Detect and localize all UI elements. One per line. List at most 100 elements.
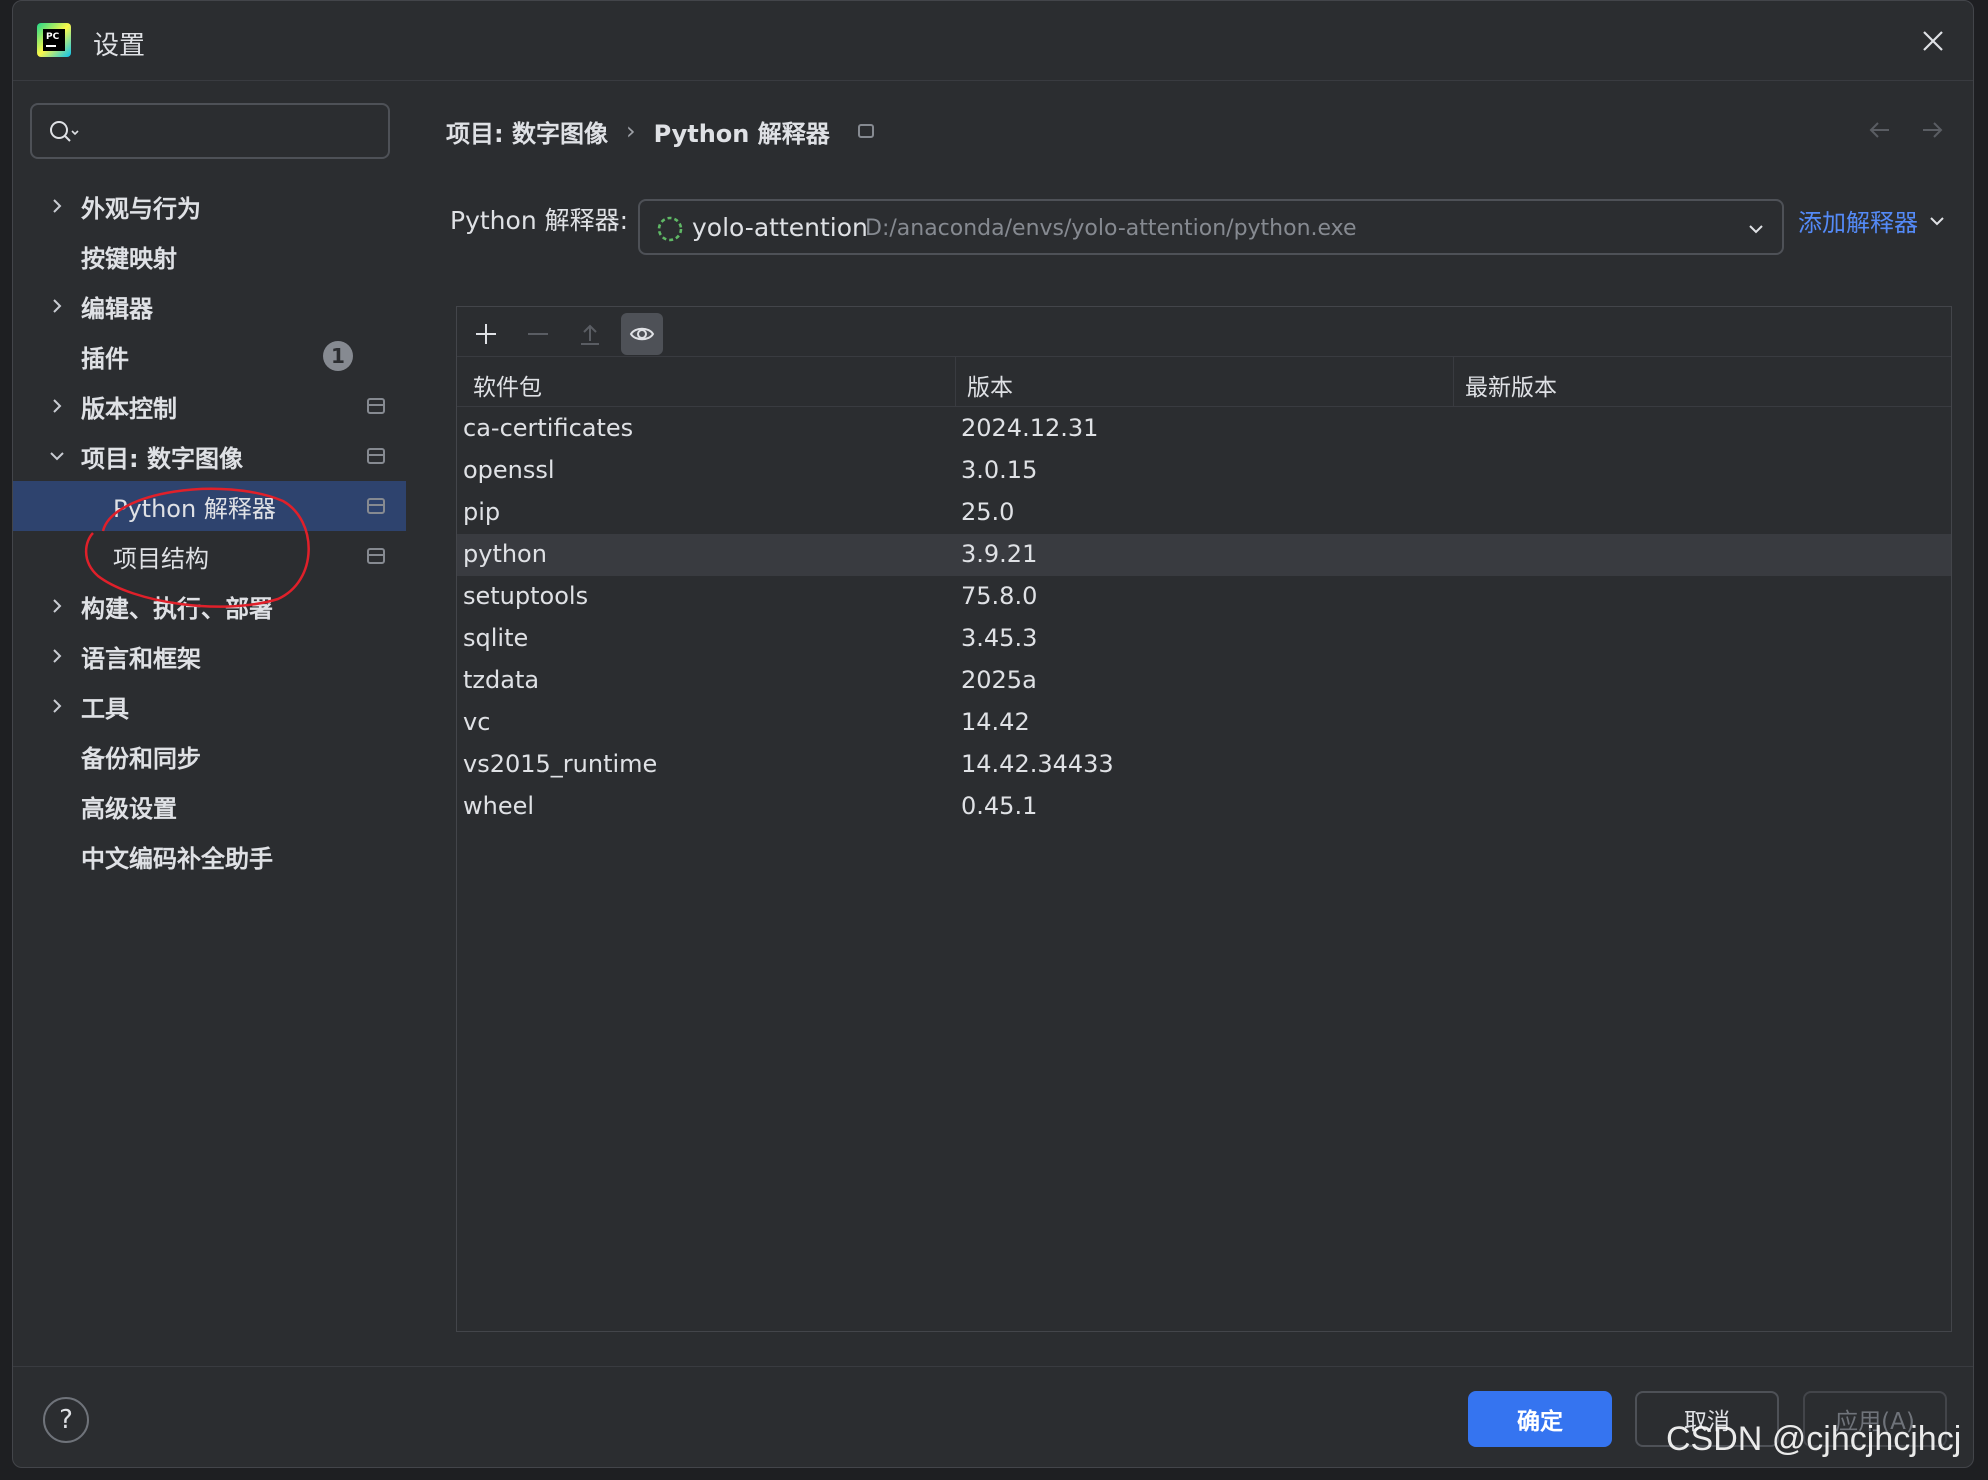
- table-row[interactable]: openssl 3.0.15: [457, 450, 1951, 492]
- sidebar-item-python-interpreter[interactable]: Python 解释器: [13, 481, 406, 531]
- uninstall-package-button[interactable]: [517, 313, 559, 355]
- chevron-right-icon[interactable]: [47, 596, 67, 616]
- package-name: vs2015_runtime: [463, 750, 658, 778]
- upgrade-package-button[interactable]: [569, 313, 611, 355]
- sidebar-item-label: 项目结构: [113, 544, 209, 573]
- table-row[interactable]: python 3.9.21: [457, 534, 1951, 576]
- sidebar-item-label: 外观与行为: [81, 194, 201, 223]
- sidebar-item-project[interactable]: 项目: 数字图像: [13, 431, 406, 481]
- settings-tree: 外观与行为 按键映射 编辑器 插件 1 版本控制 项目: 数字图像 Python…: [13, 181, 406, 881]
- project-scope-icon: [367, 548, 385, 564]
- sidebar-item-editor[interactable]: 编辑器: [13, 281, 406, 331]
- minus-icon: [528, 333, 548, 335]
- column-divider[interactable]: [1453, 357, 1454, 407]
- sidebar-item-label: 构建、执行、部署: [81, 594, 273, 623]
- column-header-package[interactable]: 软件包: [473, 368, 542, 402]
- history-navigation: [1867, 117, 1945, 143]
- package-name: vc: [463, 708, 491, 736]
- package-version: 3.0.15: [961, 456, 1038, 484]
- plus-icon: [476, 324, 496, 344]
- sidebar-item-advanced-settings[interactable]: 高级设置: [13, 781, 406, 831]
- project-scope-icon: [367, 448, 385, 464]
- chevron-down-icon[interactable]: [47, 446, 67, 466]
- table-row[interactable]: sqlite 3.45.3: [457, 618, 1951, 660]
- chevron-right-icon[interactable]: [47, 396, 67, 416]
- sidebar-item-project-structure[interactable]: 项目结构: [13, 531, 406, 581]
- sidebar-item-label: 版本控制: [81, 394, 177, 423]
- chevron-down-icon: [1930, 216, 1944, 225]
- sidebar-item-label: 高级设置: [81, 794, 177, 823]
- interpreter-name: yolo-attention: [692, 213, 868, 242]
- breadcrumb-current: Python 解释器: [653, 119, 830, 148]
- add-interpreter-label: 添加解释器: [1798, 209, 1918, 237]
- breadcrumb: 项目: 数字图像 › Python 解释器: [446, 111, 874, 151]
- package-version: 14.42.34433: [961, 750, 1114, 778]
- sidebar-item-label: 语言和框架: [81, 644, 201, 673]
- settings-search-input[interactable]: [30, 103, 390, 159]
- show-early-releases-toggle[interactable]: [621, 313, 663, 355]
- sidebar-item-keymap[interactable]: 按键映射: [13, 231, 406, 281]
- packages-table-header: 软件包 版本 最新版本: [457, 357, 1951, 407]
- package-version: 75.8.0: [961, 582, 1038, 610]
- table-row[interactable]: setuptools 75.8.0: [457, 576, 1951, 618]
- svg-text:PC: PC: [46, 32, 60, 42]
- package-name: tzdata: [463, 666, 540, 694]
- package-version: 14.42: [961, 708, 1030, 736]
- project-scope-icon: [857, 124, 874, 138]
- sidebar-item-chinese-encoding-helper[interactable]: 中文编码补全助手: [13, 831, 406, 881]
- window-title: 设置: [93, 31, 146, 61]
- package-version: 3.9.21: [961, 540, 1038, 568]
- chevron-down-icon: [1749, 225, 1763, 234]
- interpreter-dropdown[interactable]: yolo-attention D:/anaconda/envs/yolo-att…: [638, 199, 1784, 255]
- package-version: 2024.12.31: [961, 414, 1099, 442]
- help-button[interactable]: ?: [43, 1397, 89, 1443]
- chevron-right-icon[interactable]: [47, 646, 67, 666]
- package-name: pip: [463, 498, 501, 526]
- table-row[interactable]: tzdata 2025a: [457, 660, 1951, 702]
- chevron-right-icon[interactable]: [47, 296, 67, 316]
- package-version: 2025a: [961, 666, 1037, 694]
- back-arrow-icon[interactable]: [1867, 117, 1893, 143]
- search-icon: [50, 121, 79, 142]
- chevron-right-icon[interactable]: [47, 696, 67, 716]
- table-row[interactable]: vc 14.42: [457, 702, 1951, 744]
- sidebar-item-appearance[interactable]: 外观与行为: [13, 181, 406, 231]
- sidebar-item-plugins[interactable]: 插件 1: [13, 331, 406, 381]
- package-version: 25.0: [961, 498, 1015, 526]
- packages-toolbar: [457, 307, 1951, 357]
- packages-table-body: ca-certificates 2024.12.31 openssl 3.0.1…: [457, 408, 1951, 828]
- settings-dialog: PC 设置 外观与行为 按键映射 编辑器 插件 1 版本控制 项目: 数字图像 …: [12, 0, 1974, 1468]
- sidebar-item-label: 编辑器: [81, 294, 153, 323]
- sidebar-item-label: 项目: 数字图像: [81, 444, 243, 473]
- sidebar-item-backup-sync[interactable]: 备份和同步: [13, 731, 406, 781]
- sidebar-item-build-execution-deployment[interactable]: 构建、执行、部署: [13, 581, 406, 631]
- breadcrumb-parent[interactable]: 项目: 数字图像: [446, 114, 608, 149]
- install-package-button[interactable]: [465, 313, 507, 355]
- sidebar-item-languages-frameworks[interactable]: 语言和框架: [13, 631, 406, 681]
- column-header-latest-version[interactable]: 最新版本: [1465, 368, 1557, 402]
- column-header-version[interactable]: 版本: [967, 368, 1013, 402]
- sidebar-item-label: 插件: [81, 344, 129, 373]
- breadcrumb-separator: ›: [625, 117, 636, 145]
- plugins-count-badge: 1: [323, 341, 353, 371]
- table-row[interactable]: ca-certificates 2024.12.31: [457, 408, 1951, 450]
- settings-content: 项目: 数字图像 › Python 解释器 Python 解释器: yolo-a…: [406, 81, 1973, 1366]
- close-icon[interactable]: [1913, 21, 1953, 61]
- sidebar-item-label: 按键映射: [81, 244, 177, 273]
- add-interpreter-link[interactable]: 添加解释器: [1798, 203, 1946, 238]
- package-name: sqlite: [463, 624, 529, 652]
- sidebar-item-tools[interactable]: 工具: [13, 681, 406, 731]
- eye-icon: [629, 327, 655, 341]
- forward-arrow-icon[interactable]: [1919, 117, 1945, 143]
- package-name: openssl: [463, 456, 555, 484]
- project-scope-icon: [367, 498, 385, 514]
- pycharm-logo-icon: PC: [37, 23, 71, 57]
- package-version: 3.45.3: [961, 624, 1038, 652]
- column-divider[interactable]: [955, 357, 956, 407]
- chevron-right-icon[interactable]: [47, 196, 67, 216]
- table-row[interactable]: vs2015_runtime 14.42.34433: [457, 744, 1951, 786]
- sidebar-item-version-control[interactable]: 版本控制: [13, 381, 406, 431]
- table-row[interactable]: wheel 0.45.1: [457, 786, 1951, 828]
- table-row[interactable]: pip 25.0: [457, 492, 1951, 534]
- ok-button[interactable]: 确定: [1468, 1391, 1612, 1447]
